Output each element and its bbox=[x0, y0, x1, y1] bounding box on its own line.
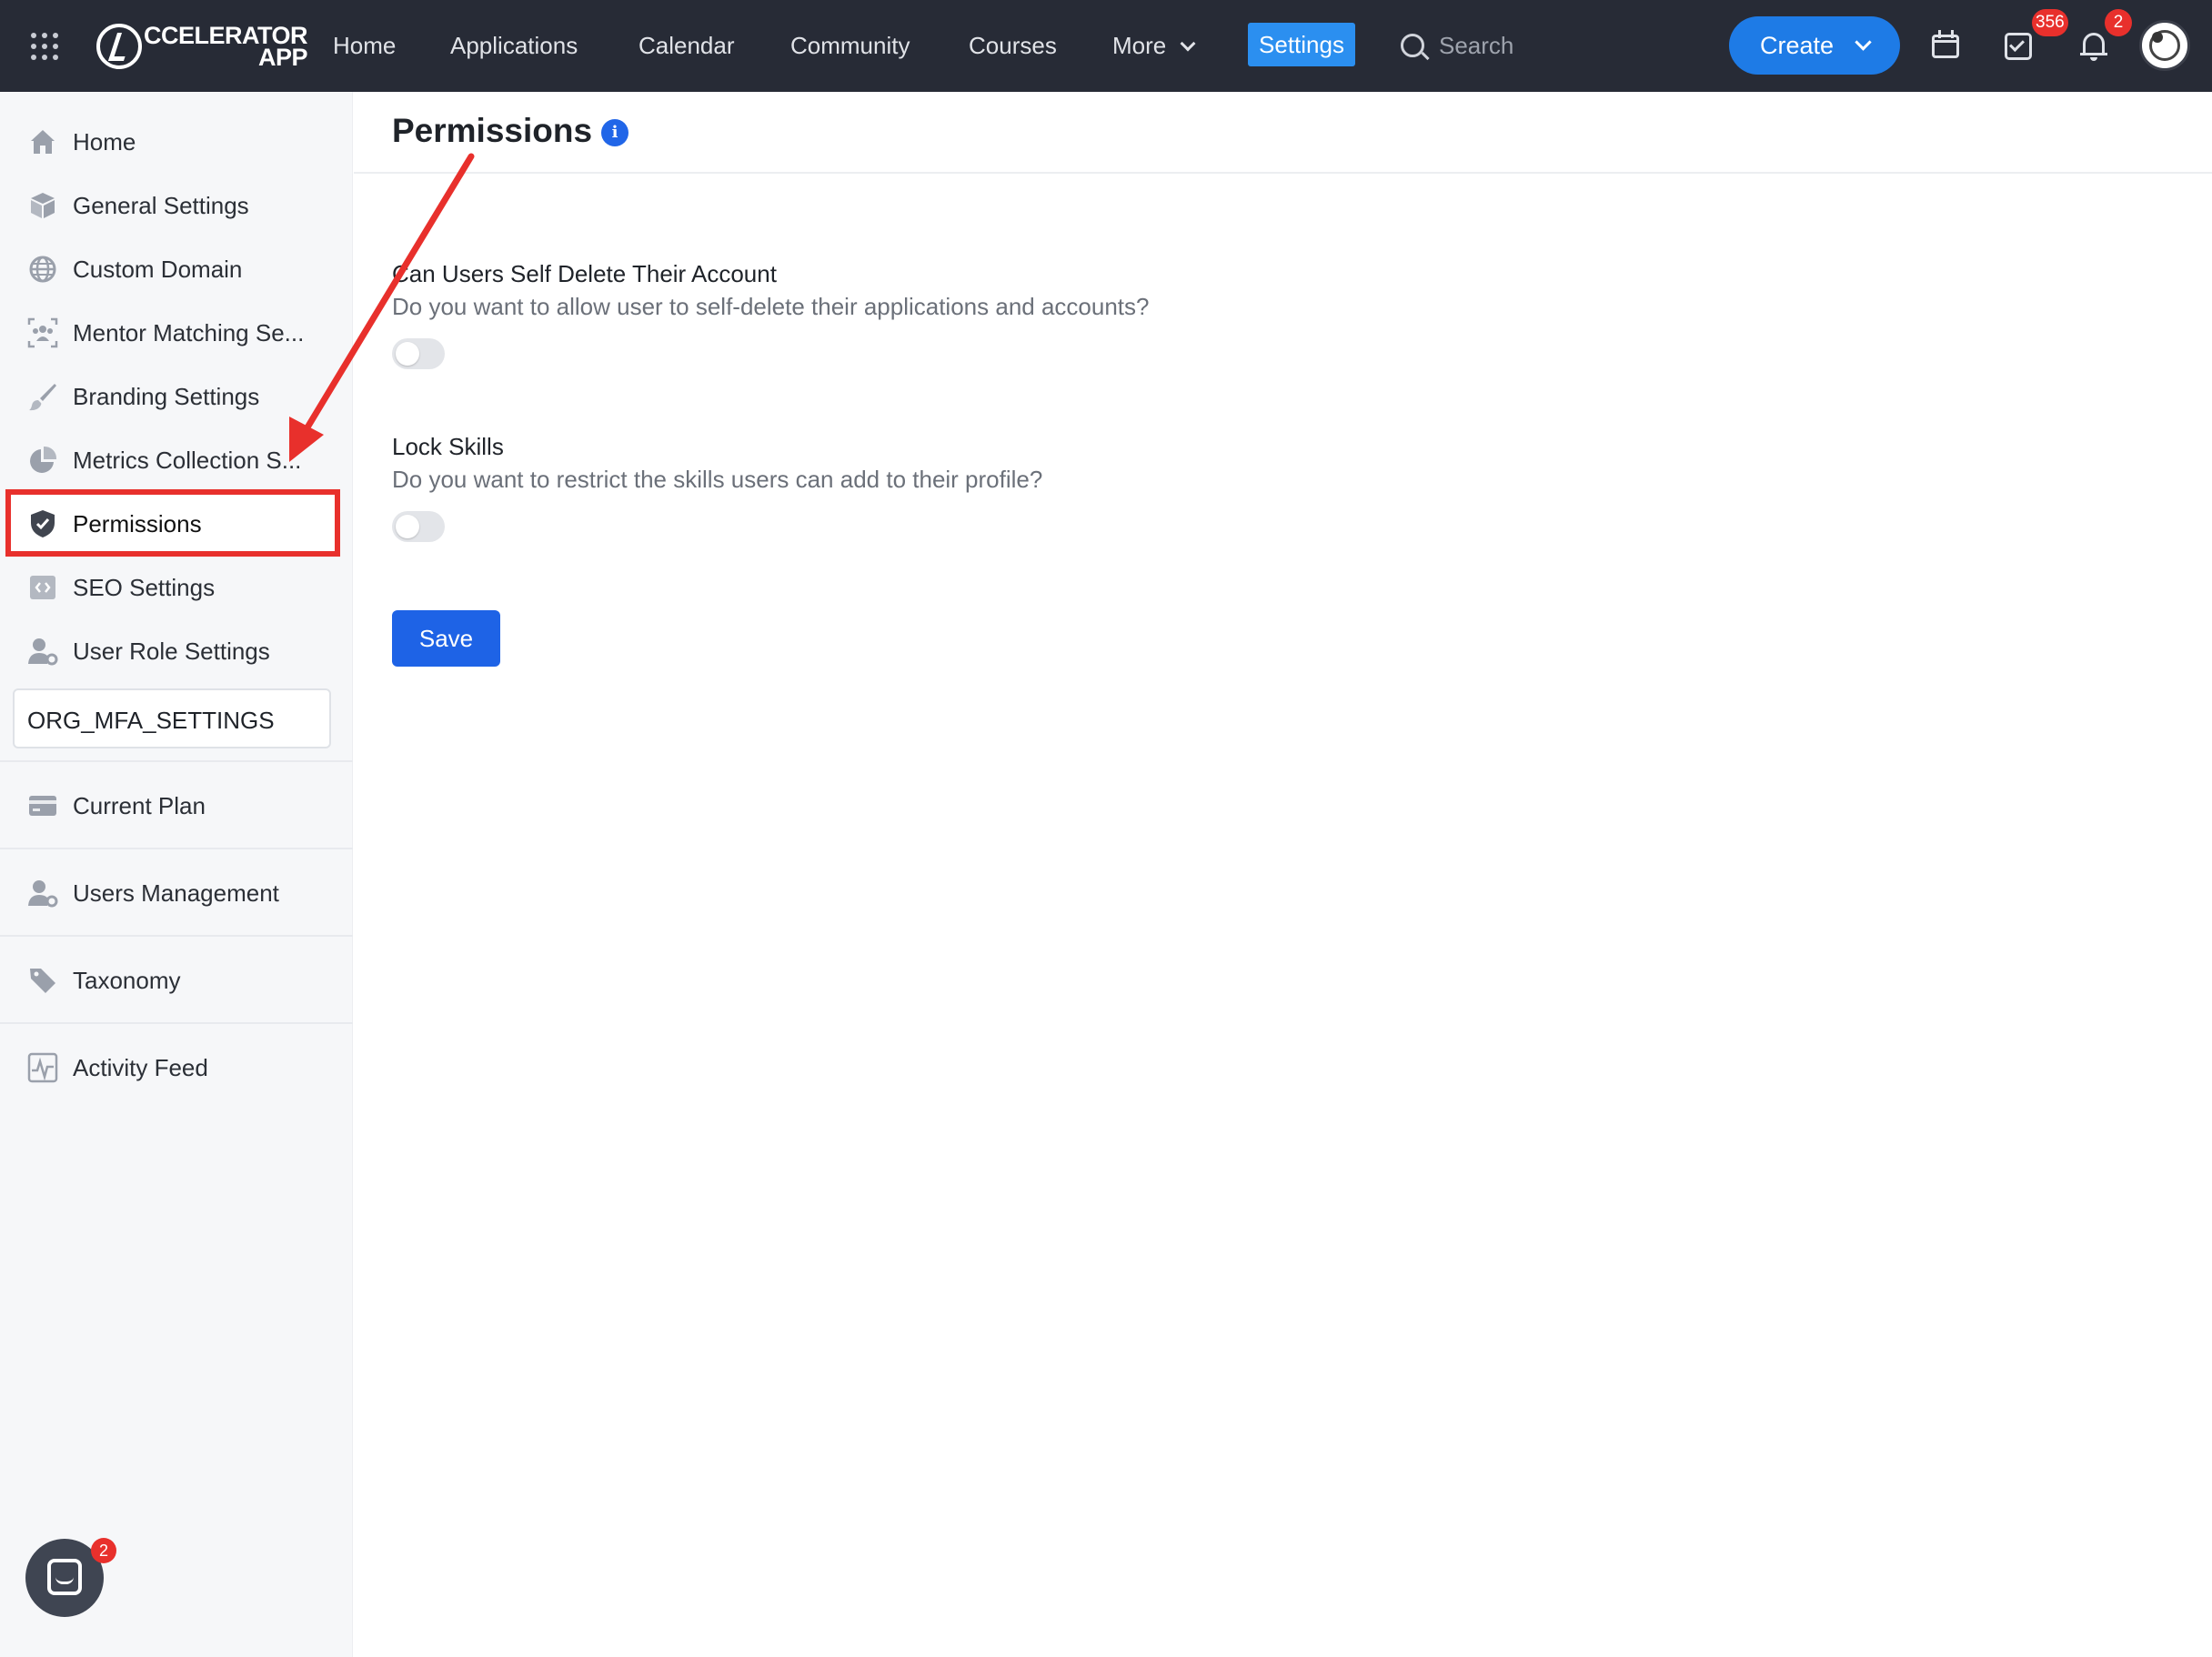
chevron-down-icon bbox=[1855, 33, 1872, 51]
sidebar-divider bbox=[0, 760, 353, 762]
page-title: Permissions bbox=[392, 112, 593, 149]
sidebar-item-branding-settings[interactable]: Branding Settings bbox=[0, 365, 353, 428]
user-gear-icon bbox=[28, 638, 58, 666]
sidebar-item-label: General Settings bbox=[73, 191, 249, 219]
globe-icon bbox=[29, 256, 56, 283]
sidebar-item-label: Users Management bbox=[73, 879, 279, 907]
home-icon bbox=[31, 130, 55, 154]
toggle-knob bbox=[396, 342, 419, 366]
tasks-icon[interactable] bbox=[2003, 29, 2036, 62]
top-navigation-bar: CCELERATOR APP Home Applications Calenda… bbox=[0, 0, 2212, 92]
notifications-count-badge: 2 bbox=[2105, 9, 2132, 36]
permission-description: Do you want to allow user to self-delete… bbox=[392, 293, 1150, 320]
shield-icon bbox=[31, 510, 55, 537]
nav-home[interactable]: Home bbox=[333, 27, 396, 64]
brush-icon bbox=[29, 384, 56, 411]
sidebar-item-current-plan[interactable]: Current Plan bbox=[0, 774, 353, 838]
logo-text-line2: APP bbox=[257, 44, 308, 71]
sidebar-divider bbox=[0, 935, 353, 937]
org-mfa-settings-item[interactable]: ORG_MFA_SETTINGS bbox=[13, 688, 331, 748]
sidebar-divider bbox=[0, 1022, 353, 1024]
credit-card-icon bbox=[29, 796, 56, 816]
lock-skills-toggle[interactable] bbox=[392, 511, 445, 542]
nav-more-menu[interactable]: More bbox=[1112, 27, 1196, 64]
sidebar-item-label: SEO Settings bbox=[73, 573, 216, 601]
sidebar-item-home[interactable]: Home bbox=[0, 110, 353, 174]
create-button[interactable]: Create bbox=[1729, 16, 1900, 75]
permission-description: Do you want to restrict the skills users… bbox=[392, 466, 1043, 493]
apps-grid-icon[interactable] bbox=[31, 33, 58, 60]
sidebar-item-label: User Role Settings bbox=[73, 637, 270, 665]
page-header: Permissions i bbox=[354, 92, 2212, 174]
sidebar-item-label: Permissions bbox=[73, 509, 202, 537]
permission-title: Can Users Self Delete Their Account bbox=[392, 260, 777, 287]
sidebar-item-metrics-collection[interactable]: Metrics Collection S... bbox=[0, 428, 353, 492]
search-icon bbox=[1401, 34, 1424, 57]
app-logo[interactable]: CCELERATOR APP bbox=[96, 20, 308, 73]
permission-title: Lock Skills bbox=[392, 433, 504, 460]
sidebar-item-label: Home bbox=[73, 127, 136, 156]
users-frame-icon bbox=[27, 317, 58, 348]
nav-settings[interactable]: Settings bbox=[1248, 23, 1355, 66]
tag-icon bbox=[30, 969, 55, 993]
save-button[interactable]: Save bbox=[392, 610, 500, 667]
sidebar-item-label: Current Plan bbox=[73, 791, 206, 819]
code-icon bbox=[30, 576, 55, 599]
org-mfa-settings-label: ORG_MFA_SETTINGS bbox=[27, 707, 275, 734]
user-avatar[interactable] bbox=[2139, 20, 2190, 71]
create-button-label: Create bbox=[1759, 31, 1835, 59]
sidebar-item-mentor-matching[interactable]: Mentor Matching Se... bbox=[0, 301, 353, 365]
info-icon[interactable]: i bbox=[601, 119, 628, 146]
activity-icon bbox=[27, 1052, 58, 1083]
nav-applications[interactable]: Applications bbox=[450, 27, 578, 64]
chevron-down-icon bbox=[1180, 35, 1196, 52]
sidebar-divider bbox=[0, 848, 353, 849]
sidebar-item-activity-feed[interactable]: Activity Feed bbox=[0, 1036, 353, 1100]
nav-calendar[interactable]: Calendar bbox=[638, 27, 735, 64]
pie-chart-icon bbox=[30, 446, 57, 473]
notification-bell-icon[interactable] bbox=[2077, 29, 2110, 62]
cube-icon bbox=[31, 193, 55, 218]
sidebar-item-permissions[interactable]: Permissions bbox=[0, 492, 353, 556]
user-gear-icon bbox=[28, 880, 58, 908]
sidebar-item-label: Custom Domain bbox=[73, 255, 243, 283]
sidebar-item-user-role-settings[interactable]: User Role Settings bbox=[0, 619, 353, 683]
sidebar-item-label: Metrics Collection S... bbox=[73, 446, 302, 474]
tasks-count-badge: 356 bbox=[2032, 9, 2068, 36]
search-placeholder: Search bbox=[1439, 31, 1514, 59]
sidebar-item-label: Mentor Matching Se... bbox=[73, 318, 305, 346]
sidebar-item-seo-settings[interactable]: SEO Settings bbox=[0, 556, 353, 619]
sidebar-item-label: Taxonomy bbox=[73, 966, 181, 994]
sidebar-item-label: Branding Settings bbox=[73, 382, 260, 410]
calendar-icon[interactable] bbox=[1930, 29, 1963, 62]
search-box[interactable]: Search bbox=[1401, 27, 1513, 64]
sidebar-item-custom-domain[interactable]: Custom Domain bbox=[0, 237, 353, 301]
chat-unread-badge: 2 bbox=[91, 1538, 116, 1563]
logo-mark-icon bbox=[96, 24, 142, 69]
nav-courses[interactable]: Courses bbox=[969, 27, 1057, 64]
nav-more-label: More bbox=[1112, 32, 1167, 59]
settings-sidebar: Home General Settings Custom Domain Ment… bbox=[0, 92, 353, 1657]
toggle-knob bbox=[396, 515, 419, 538]
self-delete-toggle[interactable] bbox=[392, 338, 445, 369]
sidebar-item-taxonomy[interactable]: Taxonomy bbox=[0, 949, 353, 1012]
nav-community[interactable]: Community bbox=[790, 27, 910, 64]
sidebar-item-label: Activity Feed bbox=[73, 1053, 208, 1081]
sidebar-item-users-management[interactable]: Users Management bbox=[0, 861, 353, 925]
sidebar-item-general-settings[interactable]: General Settings bbox=[0, 174, 353, 237]
